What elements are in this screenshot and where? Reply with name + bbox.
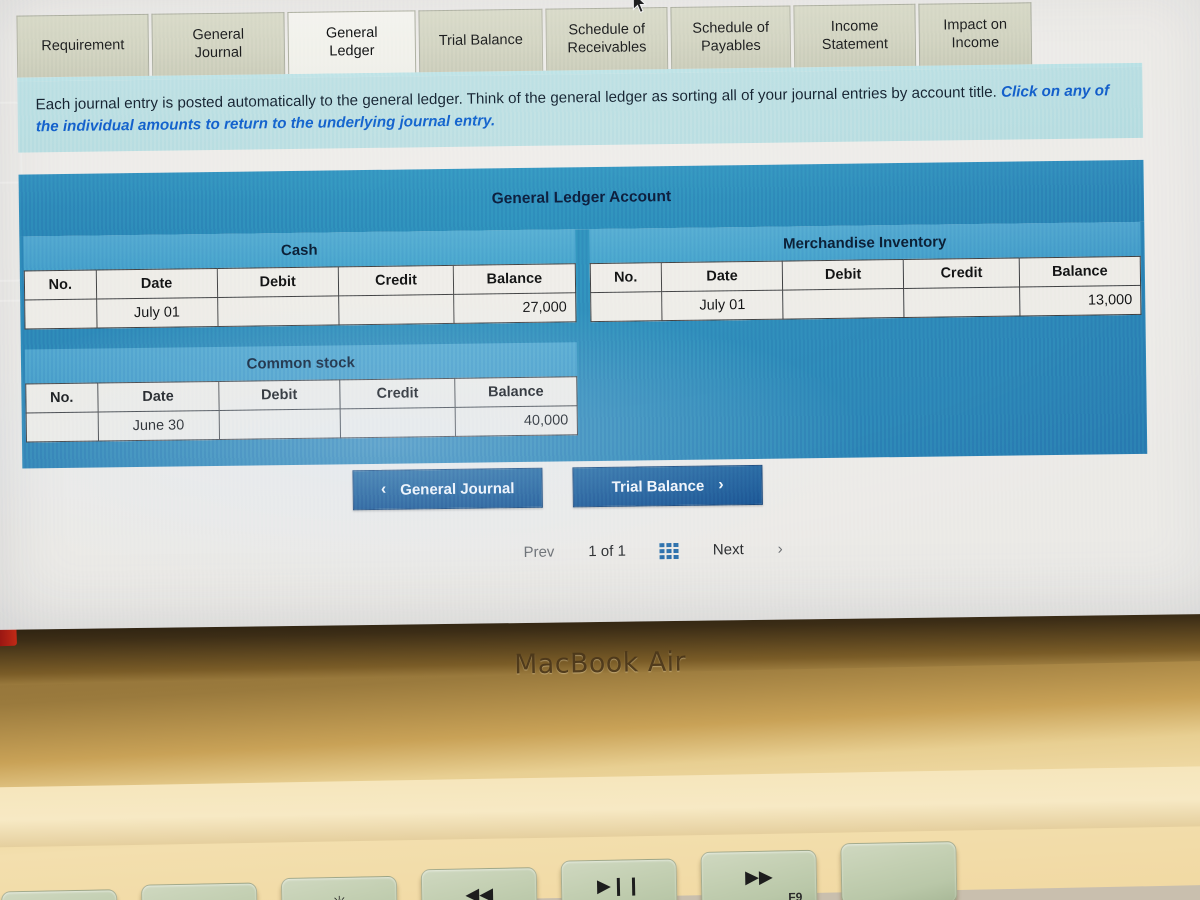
prev-section-button[interactable]: ‹ General Journal	[352, 467, 543, 511]
key-f10[interactable]	[840, 841, 958, 900]
tab-label: Requirement	[41, 37, 125, 55]
account-cash: Cash No. Date Debit Credit Balance July …	[23, 229, 577, 330]
mouse-cursor-icon	[632, 0, 647, 14]
pager-prev-button[interactable]: Prev	[523, 544, 554, 561]
account-merchandise-inventory: Merchandise Inventory No. Date Debit Cre…	[588, 222, 1142, 323]
photo-scene: MacBook Air □□□ ☀ F5 ☀ F6 ◀◀ F7 ▶❙❙ F8 ▶…	[0, 0, 1200, 900]
col-debit: Debit	[218, 380, 340, 411]
tab-label: Income Statement	[821, 18, 889, 53]
tab-label: Schedule of Receivables	[567, 21, 647, 56]
chevron-right-icon: ›	[777, 540, 783, 558]
tab-income-statement[interactable]: Income Statement	[793, 3, 917, 68]
key-f9-fast-forward[interactable]: ▶▶ F9	[700, 849, 818, 900]
instruction-text: Each journal entry is posted automatical…	[35, 83, 1002, 114]
cell-credit[interactable]	[903, 287, 1020, 318]
next-section-button[interactable]: Trial Balance ›	[572, 465, 763, 508]
col-no: No.	[589, 262, 662, 293]
laptop-screen: Requirement General Journal General Ledg…	[0, 0, 1200, 630]
col-date: Date	[97, 381, 219, 413]
cell-no[interactable]	[26, 412, 99, 443]
col-no: No.	[25, 383, 98, 414]
cell-date[interactable]: June 30	[97, 410, 220, 442]
tab-label: Schedule of Payables	[692, 20, 770, 55]
tab-label: General Ledger	[325, 25, 378, 59]
cell-debit[interactable]	[218, 409, 341, 440]
general-ledger-panel: General Ledger Account Cash No. Date Deb…	[18, 159, 1148, 469]
table-row: July 01 13,000	[590, 285, 1141, 322]
rewind-icon: ◀◀	[465, 883, 494, 900]
cell-debit[interactable]	[782, 288, 905, 320]
cell-credit[interactable]	[338, 294, 455, 326]
cell-credit[interactable]	[339, 407, 456, 439]
key-f6[interactable]: ☀ F6	[280, 875, 399, 900]
tab-trial-balance[interactable]: Trial Balance	[418, 8, 544, 73]
key-f5[interactable]: ☀ F5	[140, 882, 259, 900]
key-f7-rewind[interactable]: ◀◀ F7	[420, 867, 538, 900]
col-no: No.	[24, 270, 97, 301]
col-balance: Balance	[453, 263, 576, 295]
chevron-right-icon: ›	[718, 476, 724, 494]
keyboard-backlight-up-icon: ☀	[282, 893, 396, 900]
tab-schedule-of-receivables[interactable]: Schedule of Receivables	[545, 7, 669, 71]
prev-section-label: General Journal	[400, 479, 515, 499]
ledger-table: No. Date Debit Credit Balance June 30 40…	[25, 376, 578, 443]
col-credit: Credit	[339, 378, 456, 410]
col-credit: Credit	[338, 265, 455, 297]
ledger-columns: Cash No. Date Debit Credit Balance July …	[19, 221, 1148, 469]
table-row: July 01 27,000	[24, 292, 576, 330]
col-date: Date	[661, 261, 783, 292]
tab-impact-on-income[interactable]: Impact on Income	[918, 2, 1033, 66]
cell-balance[interactable]: 13,000	[1019, 285, 1141, 317]
cell-balance[interactable]: 40,000	[455, 405, 577, 437]
key-fn-label: F9	[788, 890, 803, 900]
fast-forward-icon: ▶▶	[744, 866, 773, 888]
cell-debit[interactable]	[217, 296, 339, 327]
tab-schedule-of-payables[interactable]: Schedule of Payables	[670, 5, 792, 70]
tab-label: Trial Balance	[438, 31, 523, 49]
chevron-left-icon: ‹	[380, 480, 387, 499]
next-section-label: Trial Balance	[611, 477, 705, 496]
pager-next-button[interactable]: Next	[713, 541, 744, 558]
section-nav-buttons: ‹ General Journal Trial Balance ›	[22, 460, 1147, 515]
tab-label: General Journal	[192, 26, 245, 61]
ledger-left-column: Cash No. Date Debit Credit Balance July …	[23, 229, 578, 462]
play-pause-icon: ▶❙❙	[596, 875, 642, 896]
table-row: June 30 40,000	[26, 405, 577, 443]
col-debit: Debit	[782, 259, 904, 291]
ledger-table: No. Date Debit Credit Balance July 01	[589, 256, 1142, 323]
col-balance: Balance	[1019, 256, 1141, 288]
cell-date[interactable]: July 01	[96, 297, 218, 329]
cell-no[interactable]	[24, 299, 97, 330]
exercise-page: Requirement General Journal General Ledg…	[16, 1, 1148, 568]
key-f8-play-pause[interactable]: ▶❙❙ F8	[560, 858, 678, 900]
tab-requirement[interactable]: Requirement	[16, 13, 150, 78]
cell-date[interactable]: July 01	[661, 290, 784, 321]
cell-balance[interactable]: 27,000	[454, 292, 576, 324]
col-date: Date	[95, 268, 218, 300]
instruction-panel: Each journal entry is posted automatical…	[17, 66, 1144, 153]
account-common-stock: Common stock No. Date Debit Credit Balan…	[24, 342, 578, 443]
grid-icon[interactable]	[659, 542, 679, 559]
pagination-bar: Prev 1 of 1 Next ›	[23, 536, 1148, 568]
ledger-right-column: Merchandise Inventory No. Date Debit Cre…	[588, 222, 1143, 455]
tab-general-journal[interactable]: General Journal	[151, 12, 286, 76]
ledger-table: No. Date Debit Credit Balance July 01	[23, 263, 577, 330]
pager-position-label: 1 of 1	[588, 542, 626, 561]
tab-general-ledger[interactable]: General Ledger	[287, 10, 417, 75]
tab-label: Impact on Income	[943, 17, 1008, 51]
cell-no[interactable]	[590, 291, 663, 322]
key-mission-control[interactable]: □□□	[1, 889, 119, 900]
col-balance: Balance	[455, 376, 577, 408]
col-credit: Credit	[903, 258, 1020, 289]
col-debit: Debit	[216, 267, 339, 298]
